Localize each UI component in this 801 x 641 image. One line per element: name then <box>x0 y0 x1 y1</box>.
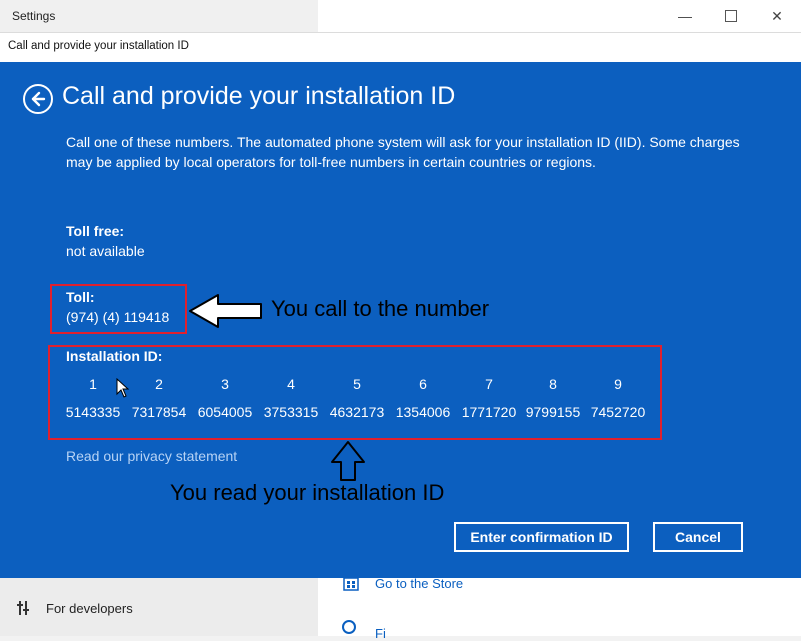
dialog-caption-bar: Call and provide your installation ID <box>0 32 801 63</box>
dialog-caption-text: Call and provide your installation ID <box>8 40 189 52</box>
partial-link-icon <box>342 620 356 634</box>
dialog-title: Call and provide your installation ID <box>62 82 456 110</box>
toll-highlight-box <box>50 284 187 334</box>
enter-confirmation-id-button[interactable]: Enter confirmation ID <box>454 522 629 552</box>
toll-free-label: Toll free: <box>66 223 125 239</box>
cancel-button[interactable]: Cancel <box>653 522 743 552</box>
privacy-statement-link[interactable]: Read our privacy statement <box>66 448 237 464</box>
app-title: Settings <box>12 9 56 23</box>
toll-free-value: not available <box>66 243 145 259</box>
minimize-button[interactable]: — <box>670 4 700 28</box>
back-arrow-icon <box>31 91 46 107</box>
close-button[interactable]: ✕ <box>762 4 792 28</box>
window-titlebar: Settings — ✕ <box>0 0 801 32</box>
installation-id-highlight-box <box>48 345 662 440</box>
maximize-icon <box>725 9 737 22</box>
up-arrow-icon <box>331 441 365 481</box>
back-button[interactable] <box>23 84 53 114</box>
annotation-call-text: You call to the number <box>271 296 490 321</box>
partial-link[interactable]: Fi <box>375 626 386 641</box>
left-arrow-icon <box>189 294 262 328</box>
nav-item-for-developers[interactable]: For developers <box>46 601 133 616</box>
go-to-store-link[interactable]: Go to the Store <box>375 576 463 591</box>
dialog-description: Call one of these numbers. The automated… <box>66 134 740 170</box>
maximize-button[interactable] <box>716 4 746 28</box>
annotation-read-text: You read your installation ID <box>170 480 445 505</box>
developer-tools-icon <box>16 600 32 619</box>
